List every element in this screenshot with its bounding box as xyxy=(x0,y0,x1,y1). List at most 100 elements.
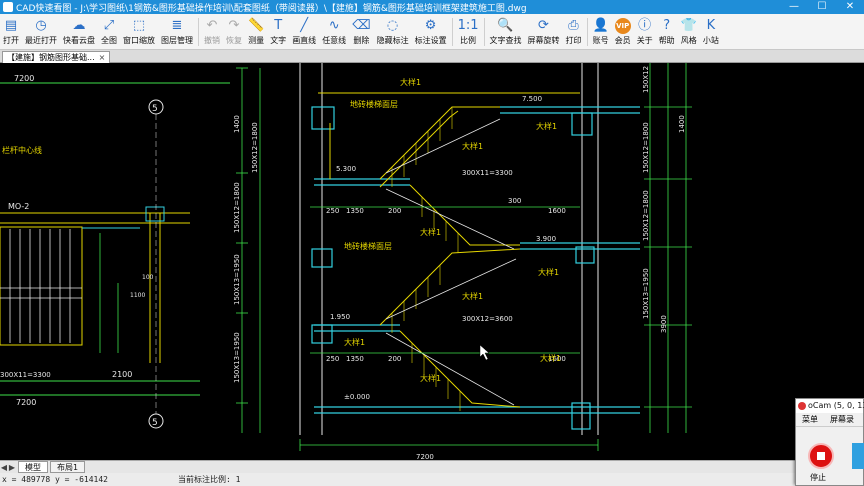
folder-icon: ▤ xyxy=(4,18,18,33)
dim-text: 150X13=1950 xyxy=(233,254,241,305)
toolbar-freeline-button[interactable]: ∿ 任意线 xyxy=(319,15,349,49)
toolbar-fullview-button[interactable]: ⤢ 全图 xyxy=(98,15,120,49)
toolbar-label: 文字查找 xyxy=(489,36,522,45)
close-tab-icon[interactable]: × xyxy=(99,53,106,62)
toolbar-annotation-settings-button[interactable]: ⚙ 标注设置 xyxy=(412,15,450,49)
rotate-screen-icon: ⟳ xyxy=(538,18,549,33)
toolbar-label: 打开 xyxy=(3,36,19,45)
drawing-canvas[interactable]: 7200 栏杆中心线 MO-2 300X11=3300 2100 7200 11… xyxy=(0,63,864,460)
ocam-stop-button[interactable] xyxy=(808,443,834,469)
toolbar-zoom-window-button[interactable]: ⬚ 窗口缩放 xyxy=(120,15,158,49)
toolbar-label: 风格 xyxy=(680,36,697,45)
dim-text: 300X11=3300 xyxy=(0,371,51,379)
toolbar-about-button[interactable]: ⓘ 关于 xyxy=(634,15,656,49)
toolbar-rotate-screen-button[interactable]: ⟳ 屏幕旋转 xyxy=(525,15,563,49)
toolbar-label: 最近打开 xyxy=(25,36,57,45)
status-bar: x = 489778 y = -614142 当前标注比例: 1 xyxy=(0,473,864,486)
annotation-settings-icon: ⚙ xyxy=(424,18,437,33)
toolbar-print-button[interactable]: ⎙ 打印 xyxy=(563,15,585,49)
document-tab-label: 【建施】钢筋图形基础... xyxy=(7,53,95,62)
toolbar-label: 快看云盘 xyxy=(63,36,95,45)
close-icon[interactable]: ✕ xyxy=(836,0,864,14)
toolbar-text-search-button[interactable]: 🔍 文字查找 xyxy=(487,15,525,49)
title-bar: CAD快速看图 - J:\学习图纸\1钢筋&图形基础操作培训\配套图纸（带阅读器… xyxy=(0,0,864,14)
stair-tag: 大样1 xyxy=(536,121,557,131)
toolbar-separator xyxy=(586,18,588,46)
app-logo-icon xyxy=(3,2,13,12)
toolbar-label: 恢复 xyxy=(226,36,242,45)
delete-icon: ⌫ xyxy=(352,18,371,33)
toolbar-undo-button[interactable]: ↶ 撤销 xyxy=(201,15,223,49)
tab-next-icon[interactable]: ▶ xyxy=(8,463,16,472)
redo-icon: ↷ xyxy=(228,18,240,33)
layout-tabbar: ◀ ▶ 模型 布局1 xyxy=(0,460,864,473)
station-icon: K xyxy=(706,18,716,33)
hide-annotation-icon: ◌ xyxy=(386,18,399,33)
level-text: 5.300 xyxy=(336,165,356,173)
toolbar-layers-button[interactable]: ≣ 图层管理 xyxy=(158,15,196,49)
dim-text: 栏杆中心线 xyxy=(2,145,42,155)
toolbar-folder-button[interactable]: ▤ 打开 xyxy=(0,15,22,49)
ocam-title: oCam (5, 0, 136 xyxy=(808,401,864,410)
toolbar-help-button[interactable]: ? 帮助 xyxy=(656,15,678,49)
toolbar-label: 隐藏标注 xyxy=(376,36,409,45)
toolbar-account-button[interactable]: 👤 账号 xyxy=(590,15,612,49)
level-text: 1.950 xyxy=(330,313,350,321)
stair-tag: 大样1 xyxy=(420,227,441,237)
toolbar-label: 测量 xyxy=(248,36,265,45)
minimize-icon[interactable]: — xyxy=(780,0,808,14)
dim-text: 1350 xyxy=(346,207,364,215)
layers-icon: ≣ xyxy=(171,18,183,33)
label-text: MO-2 xyxy=(8,202,29,211)
floor-label: 地砖楼梯面层 xyxy=(344,241,392,251)
toolbar-text-button[interactable]: T 文字 xyxy=(267,15,289,49)
maximize-icon[interactable]: ☐ xyxy=(808,0,836,14)
stair-tag: 大样1 xyxy=(462,141,483,151)
stair-tag: 大样1 xyxy=(540,353,561,363)
toolbar-separator xyxy=(451,18,453,46)
toolbar-measure-button[interactable]: 📏 测量 xyxy=(245,15,267,49)
ocam-menu-item[interactable]: 菜单 xyxy=(796,413,824,426)
coordinate-readout: x = 489778 y = -614142 xyxy=(2,475,108,484)
toolbar-line-button[interactable]: ╱ 画直线 xyxy=(289,15,319,49)
vip-icon: VIP xyxy=(614,18,631,34)
toolbar-cloud-button[interactable]: ☁ 快看云盘 xyxy=(60,15,98,49)
document-tab[interactable]: 【建施】钢筋图形基础... × xyxy=(2,51,111,63)
toolbar-delete-button[interactable]: ⌫ 删除 xyxy=(349,15,373,49)
toolbar-label: 删除 xyxy=(353,36,370,45)
toolbar-redo-button[interactable]: ↷ 恢复 xyxy=(223,15,245,49)
dim-text: 3900 xyxy=(660,315,668,333)
axis-number: 5 xyxy=(152,104,158,114)
dim-text: 250 xyxy=(326,207,339,215)
text-icon: T xyxy=(274,18,283,33)
toolbar-hide-annotation-button[interactable]: ◌ 隐藏标注 xyxy=(374,15,412,49)
toolbar-label: 图层管理 xyxy=(161,36,193,45)
tab-prev-icon[interactable]: ◀ xyxy=(0,463,8,472)
toolbar-recent-button[interactable]: ◷ 最近打开 xyxy=(22,15,60,49)
dim-text: 7200 xyxy=(16,398,36,407)
dim-text: 150X12=1800 xyxy=(251,122,259,173)
ocam-capture-icon[interactable] xyxy=(852,443,864,469)
toolbar-label: 比例 xyxy=(460,36,477,45)
dim-text: 300 xyxy=(508,197,521,205)
dim-text: 1400 xyxy=(233,115,241,133)
tab-layout1[interactable]: 布局1 xyxy=(50,461,86,473)
toolbar-separator xyxy=(198,18,199,46)
toolbar-station-button[interactable]: K 小站 xyxy=(700,15,722,49)
stair-tag: 大样1 xyxy=(462,291,483,301)
dim-text: 150X12=1800 xyxy=(642,190,650,241)
measure-icon: 📏 xyxy=(248,18,265,33)
toolbar-label: 任意线 xyxy=(322,36,347,45)
print-icon: ⎙ xyxy=(568,18,579,33)
toolbar-style-button[interactable]: 👕 风格 xyxy=(678,15,700,49)
window-title: CAD快速看图 - J:\学习图纸\1钢筋&图形基础操作培训\配套图纸（带阅读器… xyxy=(16,3,527,14)
toolbar-vip-button[interactable]: VIP 会员 xyxy=(612,15,634,49)
ocam-window[interactable]: oCam (5, 0, 136 菜单 屏幕录 停止 xyxy=(795,398,864,486)
ocam-title-bar: oCam (5, 0, 136 xyxy=(796,399,864,413)
ocam-menu-item[interactable]: 屏幕录 xyxy=(824,413,860,426)
dim-text: 1600 xyxy=(548,207,566,215)
toolbar-scale-button[interactable]: 1:1 比例 xyxy=(455,15,482,49)
toolbar-label: 帮助 xyxy=(658,36,675,45)
annotation-scale-label: 当前标注比例: 1 xyxy=(178,475,241,484)
tab-model[interactable]: 模型 xyxy=(18,461,48,473)
